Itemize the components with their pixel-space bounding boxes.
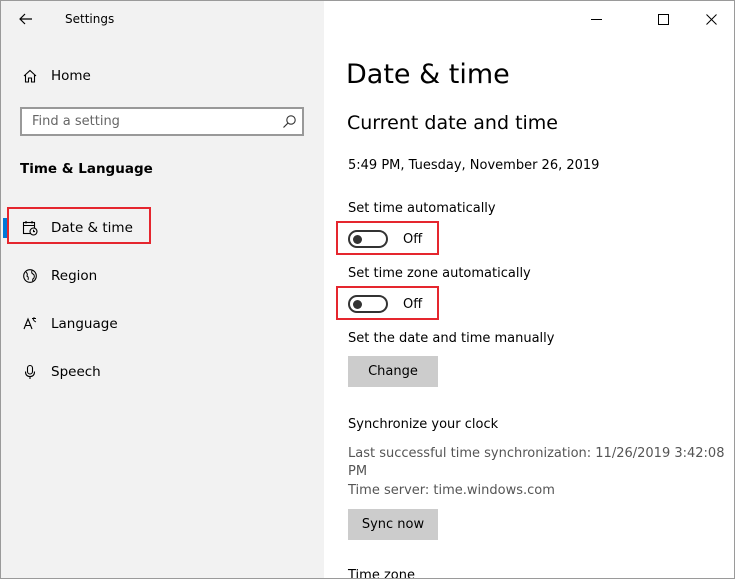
calendar-clock-icon — [21, 219, 39, 237]
sidebar-item-label: Region — [51, 268, 98, 284]
app-title: Settings — [65, 12, 115, 26]
set-time-auto-row: Off — [348, 228, 422, 250]
last-sync-line1: Last successful time synchronization: 11… — [348, 446, 725, 461]
sidebar-item-language[interactable]: Language — [1, 306, 324, 342]
active-indicator — [3, 218, 7, 238]
toggle-state-label: Off — [403, 296, 423, 312]
last-sync-line2: PM — [348, 464, 368, 479]
manual-date-label: Set the date and time manually — [348, 331, 555, 346]
set-timezone-auto-row: Off — [348, 293, 422, 315]
set-timezone-auto-toggle[interactable] — [348, 295, 388, 313]
sidebar-item-label: Home — [51, 68, 91, 84]
page-title: Date & time — [346, 59, 510, 90]
toggle-state-label: Off — [403, 231, 423, 247]
toggle-knob — [353, 300, 362, 309]
sync-now-button[interactable]: Sync now — [348, 509, 438, 540]
sync-heading: Synchronize your clock — [348, 417, 499, 432]
toggle-knob — [353, 235, 362, 244]
search-box — [20, 107, 304, 136]
time-server: Time server: time.windows.com — [348, 483, 555, 498]
home-icon — [21, 67, 39, 85]
time-zone-heading: Time zone — [348, 568, 415, 579]
section-heading: Time & Language — [20, 161, 153, 177]
sidebar-item-label: Language — [51, 316, 118, 332]
current-datetime: 5:49 PM, Tuesday, November 26, 2019 — [348, 158, 600, 173]
microphone-icon — [21, 363, 39, 381]
search-icon[interactable] — [282, 114, 297, 129]
maximize-button[interactable] — [641, 5, 685, 33]
section-title: Current date and time — [347, 112, 558, 134]
set-time-auto-toggle[interactable] — [348, 230, 388, 248]
close-icon — [705, 13, 717, 25]
sidebar-item-label: Date & time — [51, 220, 133, 236]
back-arrow-icon — [19, 13, 32, 25]
close-button[interactable] — [689, 5, 733, 33]
minimize-button[interactable] — [574, 5, 618, 33]
search-input[interactable] — [22, 109, 282, 134]
sidebar-item-speech[interactable]: Speech — [1, 354, 324, 390]
set-time-auto-label: Set time automatically — [348, 201, 496, 216]
globe-icon — [21, 267, 39, 285]
sidebar-item-region[interactable]: Region — [1, 258, 324, 294]
sidebar-item-home[interactable]: Home — [1, 61, 324, 91]
back-button[interactable] — [11, 7, 41, 31]
change-button[interactable]: Change — [348, 356, 438, 387]
set-timezone-auto-label: Set time zone automatically — [348, 266, 531, 281]
sidebar-item-date-time[interactable]: Date & time — [1, 210, 324, 246]
settings-window: Settings Home Time & Language — [0, 0, 735, 579]
language-icon — [21, 315, 39, 333]
sidebar: Settings Home Time & Language — [1, 1, 324, 578]
sidebar-item-label: Speech — [51, 364, 101, 380]
maximize-icon — [657, 13, 669, 25]
main-content: Date & time Current date and time 5:49 P… — [324, 1, 734, 578]
minimize-icon — [590, 18, 602, 20]
